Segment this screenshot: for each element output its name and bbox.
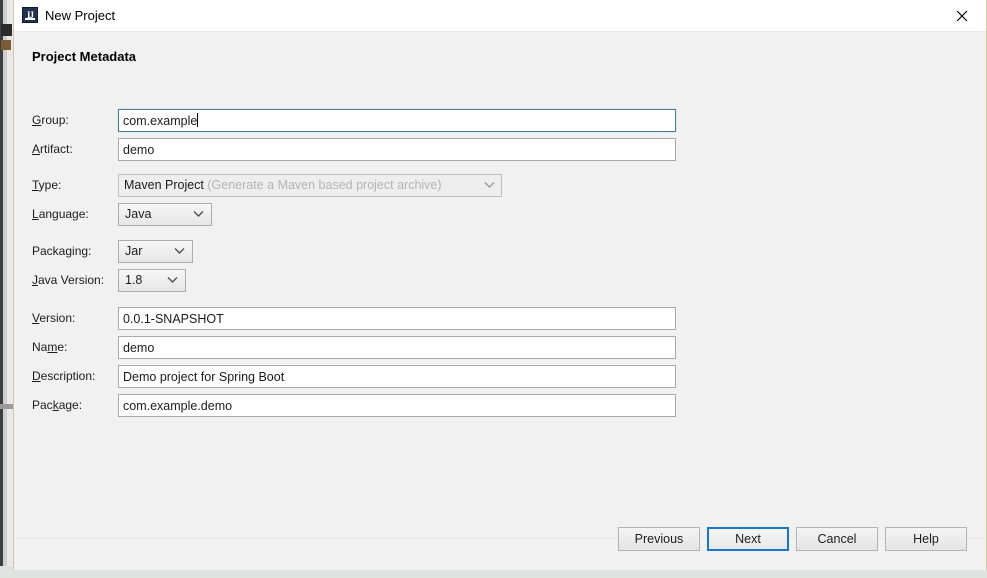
field-label: Group: xyxy=(32,113,69,127)
combobox-value: Jar xyxy=(125,244,143,258)
field-input[interactable] xyxy=(118,365,676,388)
dialog-title: New Project xyxy=(45,8,116,23)
form-row: Type: Maven Project (Generate a Maven bas… xyxy=(14,174,986,198)
backdrop-icon-a xyxy=(1,24,12,36)
close-icon[interactable] xyxy=(940,0,986,30)
field-input[interactable] xyxy=(118,138,676,161)
field-label: Artifact: xyxy=(32,142,73,156)
type-combobox: Maven Project (Generate a Maven based pr… xyxy=(118,174,502,197)
dialog-button-bar: Previous Next Cancel Help xyxy=(14,527,986,570)
field-label: Name: xyxy=(32,340,68,354)
dialog-content: Project Metadata Group: Artifact: Type: Mav… xyxy=(14,32,986,538)
field-label: Java Version: xyxy=(32,273,105,287)
dialog-titlebar: IJ New Project xyxy=(14,0,986,32)
backdrop-icon-b xyxy=(1,40,11,50)
combobox-value: Java xyxy=(125,207,152,221)
field-input[interactable] xyxy=(118,109,676,132)
form-row: Name: xyxy=(14,336,986,360)
field-label: Package: xyxy=(32,398,83,412)
cancel-button[interactable]: Cancel xyxy=(796,527,878,551)
type-hint: (Generate a Maven based project archive) xyxy=(207,178,442,192)
form-row: Java Version: 1.8 xyxy=(14,269,986,293)
combobox-value: 1.8 xyxy=(125,273,143,287)
help-button[interactable]: Help xyxy=(885,527,967,551)
form-row: Package: xyxy=(14,394,986,418)
backdrop-splitter xyxy=(0,404,13,409)
page-title: Project Metadata xyxy=(32,49,137,64)
field-label: Type: xyxy=(32,178,62,192)
form-row: Artifact: xyxy=(14,138,986,162)
field-input[interactable] xyxy=(118,307,676,330)
intellij-idea-icon: IJ xyxy=(22,7,38,23)
combobox[interactable]: Java xyxy=(118,203,212,226)
combobox[interactable]: 1.8 xyxy=(118,269,186,292)
field-label: Language: xyxy=(32,207,89,221)
form-row: Language: Java xyxy=(14,203,986,227)
form-row: Version: xyxy=(14,307,986,331)
field-label: Packaging: xyxy=(32,244,92,258)
combobox[interactable]: Jar xyxy=(118,240,193,263)
field-input[interactable] xyxy=(118,394,676,417)
field-input[interactable] xyxy=(118,336,676,359)
form-row: Description: xyxy=(14,365,986,389)
type-value: Maven Project xyxy=(124,178,204,192)
text-caret xyxy=(197,113,198,127)
next-button[interactable]: Next xyxy=(707,527,789,551)
backdrop-left-toolwindow-strip xyxy=(0,0,13,578)
form-row: Group: xyxy=(14,109,986,133)
new-project-dialog: IJ New Project Project Metadata Group: Ar… xyxy=(13,0,987,570)
form-row: Packaging: Jar xyxy=(14,240,986,264)
previous-button[interactable]: Previous xyxy=(618,527,700,551)
field-label: Description: xyxy=(32,369,96,383)
field-label: Version: xyxy=(32,311,76,325)
